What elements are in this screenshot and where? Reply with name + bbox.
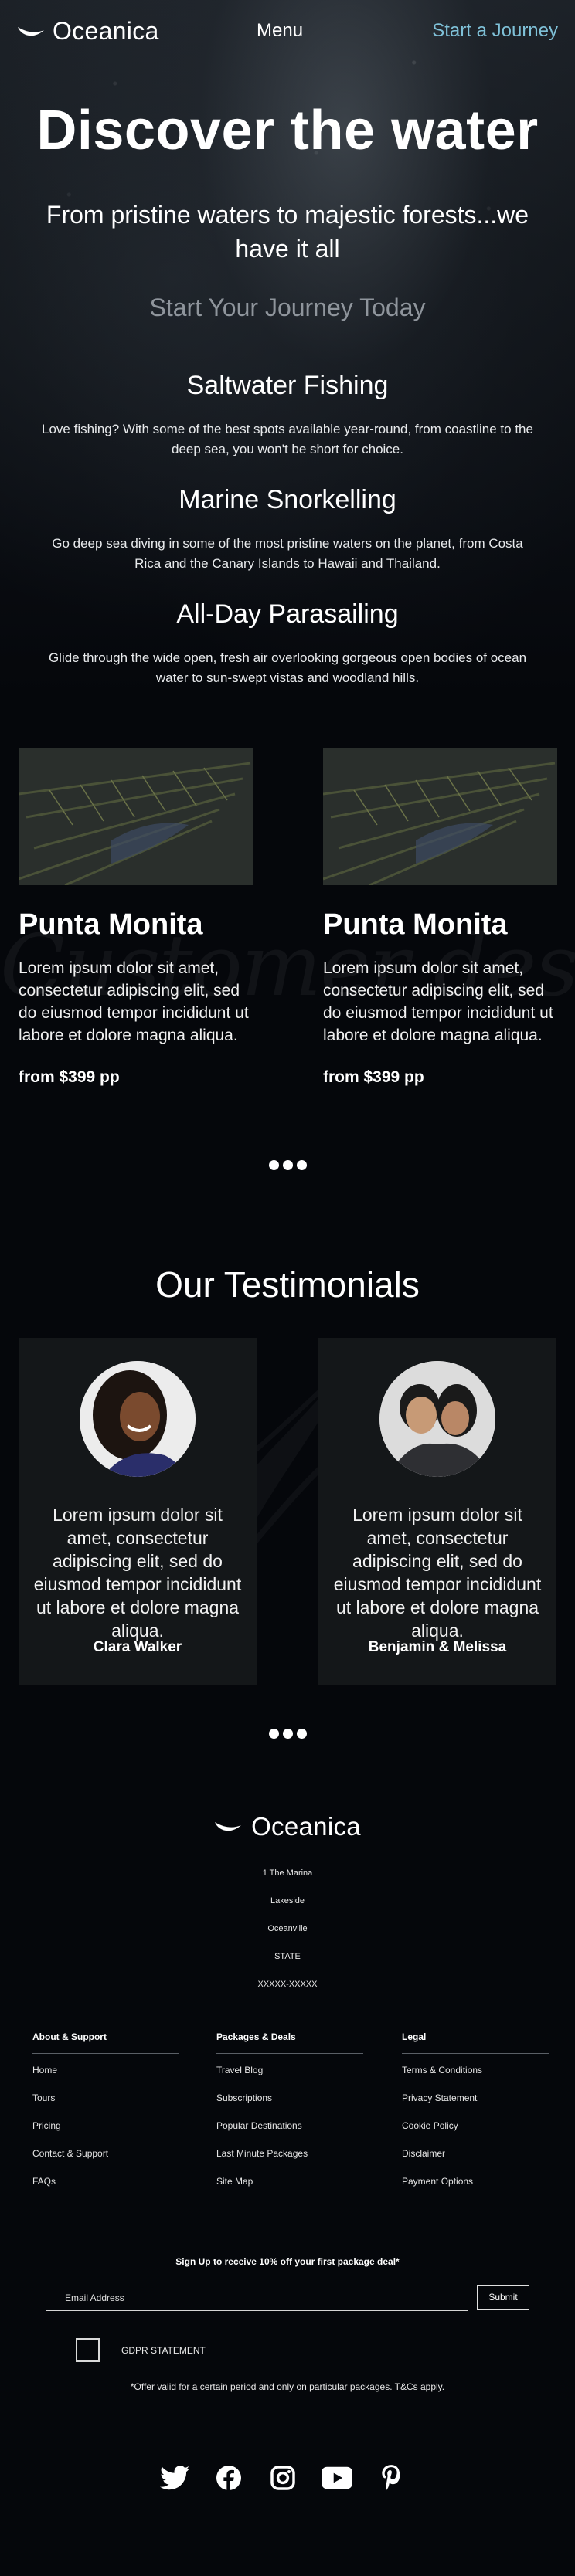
footer-link-disclaimer[interactable]: Disclaimer bbox=[402, 2148, 549, 2176]
footer-link-payment[interactable]: Payment Options bbox=[402, 2176, 549, 2204]
avatar bbox=[379, 1361, 495, 1477]
footer-link-popular-destinations[interactable]: Popular Destinations bbox=[216, 2120, 363, 2148]
social-links bbox=[159, 2462, 407, 2493]
destination-name: Punta Monita bbox=[323, 908, 508, 941]
gdpr-label: GDPR STATEMENT bbox=[121, 2345, 206, 2356]
footer-column-packages: Packages & Deals Travel Blog Subscriptio… bbox=[216, 2031, 363, 2204]
address-line: Oceanville bbox=[267, 1924, 308, 1933]
footer-link-faqs[interactable]: FAQs bbox=[32, 2176, 179, 2204]
address-line: 1 The Marina bbox=[262, 1868, 313, 1878]
footer-link-subscriptions[interactable]: Subscriptions bbox=[216, 2092, 363, 2120]
customer-photo bbox=[379, 1361, 495, 1477]
activity-text: Go deep sea diving in some of the most p… bbox=[52, 536, 523, 571]
destination-description: Lorem ipsum dolor sit amet, consectetur … bbox=[323, 959, 553, 1044]
testimonial-text: Lorem ipsum dolor sit amet, consectetur … bbox=[33, 1505, 242, 1641]
activity-title: All-Day Parasailing bbox=[176, 599, 399, 629]
pinterest-icon[interactable] bbox=[376, 2462, 407, 2493]
activity-text: Glide through the wide open, fresh air o… bbox=[48, 650, 527, 685]
palm-leaves-image bbox=[19, 748, 253, 885]
brand-name: Oceanica bbox=[53, 17, 159, 45]
footer-link-contact[interactable]: Contact & Support bbox=[32, 2148, 179, 2176]
destination-image bbox=[19, 748, 253, 885]
footer-link-terms[interactable]: Terms & Conditions bbox=[402, 2065, 549, 2092]
pagination-dot[interactable] bbox=[268, 1729, 279, 1739]
address-line: XXXXX-XXXXX bbox=[257, 1980, 318, 1989]
activity-fishing: Saltwater Fishing Love fishing? With som… bbox=[39, 371, 536, 460]
start-journey-cta[interactable]: Start Your Journey Today bbox=[0, 294, 575, 322]
footer-link-privacy[interactable]: Privacy Statement bbox=[402, 2092, 549, 2120]
pagination-dot[interactable] bbox=[268, 1160, 279, 1170]
signup-title: Sign Up to receive 10% off your first pa… bbox=[175, 2256, 400, 2267]
pagination-dot[interactable] bbox=[282, 1160, 293, 1170]
activity-title: Marine Snorkelling bbox=[179, 485, 396, 514]
twitter-icon[interactable] bbox=[159, 2462, 190, 2493]
footer-logo[interactable]: Oceanica bbox=[0, 1812, 575, 1841]
avatar bbox=[80, 1361, 196, 1477]
facebook-icon[interactable] bbox=[213, 2462, 244, 2493]
wave-logo-icon bbox=[18, 26, 44, 36]
footer-column-heading: Legal bbox=[402, 2031, 549, 2054]
destination-card[interactable]: Punta Monita Lorem ipsum dolor sit amet,… bbox=[323, 748, 557, 1087]
destinations-pagination[interactable] bbox=[0, 1160, 575, 1170]
destination-description: Lorem ipsum dolor sit amet, consectetur … bbox=[19, 959, 249, 1044]
palm-leaves-image bbox=[323, 748, 557, 885]
email-input[interactable] bbox=[46, 2285, 468, 2310]
footer-link-last-minute[interactable]: Last Minute Packages bbox=[216, 2148, 363, 2176]
activity-title: Saltwater Fishing bbox=[186, 371, 389, 400]
testimonials-title: Our Testimonials bbox=[155, 1264, 420, 1305]
footer-link-home[interactable]: Home bbox=[32, 2065, 179, 2092]
footer-link-site-map[interactable]: Site Map bbox=[216, 2176, 363, 2204]
destination-price: from $399 pp bbox=[19, 1068, 120, 1086]
pagination-dot[interactable] bbox=[282, 1729, 293, 1739]
activity-text: Love fishing? With some of the best spot… bbox=[42, 422, 533, 456]
wave-logo-icon bbox=[215, 1822, 242, 1831]
testimonial-author: Benjamin & Melissa bbox=[368, 1639, 507, 1655]
testimonial-author: Clara Walker bbox=[93, 1639, 182, 1655]
address-line: Lakeside bbox=[270, 1896, 305, 1906]
instagram-icon[interactable] bbox=[267, 2462, 298, 2493]
start-journey-link[interactable]: Start a Journey bbox=[432, 20, 558, 42]
footer-link-travel-blog[interactable]: Travel Blog bbox=[216, 2065, 363, 2092]
footer-column-heading: Packages & Deals bbox=[216, 2031, 363, 2054]
activity-parasailing: All-Day Parasailing Glide through the wi… bbox=[39, 599, 536, 688]
destination-name: Punta Monita bbox=[19, 908, 203, 941]
submit-button[interactable]: Submit bbox=[477, 2285, 529, 2310]
destination-image bbox=[323, 748, 557, 885]
youtube-icon[interactable] bbox=[322, 2462, 352, 2493]
footer-address: 1 The Marina Lakeside Oceanville STATE X… bbox=[0, 1868, 575, 2007]
top-nav: Oceanica Menu Start a Journey bbox=[0, 0, 575, 65]
footer-column-about: About & Support Home Tours Pricing Conta… bbox=[32, 2031, 179, 2204]
pagination-dot[interactable] bbox=[296, 1160, 307, 1170]
brand-logo[interactable]: Oceanica bbox=[17, 17, 159, 46]
destination-price: from $399 pp bbox=[323, 1068, 424, 1086]
activity-snorkelling: Marine Snorkelling Go deep sea diving in… bbox=[39, 485, 536, 574]
footer-link-tours[interactable]: Tours bbox=[32, 2092, 179, 2120]
testimonial-card: Lorem ipsum dolor sit amet, consectetur … bbox=[318, 1338, 556, 1685]
offer-disclaimer: *Offer valid for a certain period and on… bbox=[130, 2381, 445, 2392]
hero-title: Discover the water bbox=[36, 100, 539, 161]
footer-column-heading: About & Support bbox=[32, 2031, 179, 2054]
testimonial-card: Lorem ipsum dolor sit amet, consectetur … bbox=[19, 1338, 257, 1685]
address-line: STATE bbox=[274, 1952, 301, 1961]
page: Oceanica Menu Start a Journey Discover t… bbox=[0, 0, 575, 2576]
footer-brand-name: Oceanica bbox=[251, 1812, 361, 1841]
pagination-dot[interactable] bbox=[296, 1729, 307, 1739]
email-field-wrapper bbox=[46, 2285, 468, 2311]
footer-link-pricing[interactable]: Pricing bbox=[32, 2120, 179, 2148]
hero-subtitle: From pristine waters to majestic forests… bbox=[46, 201, 529, 263]
testimonial-text: Lorem ipsum dolor sit amet, consectetur … bbox=[333, 1505, 542, 1641]
customer-photo bbox=[80, 1361, 196, 1477]
destination-card[interactable]: Punta Monita Lorem ipsum dolor sit amet,… bbox=[19, 748, 253, 1087]
testimonials-pagination[interactable] bbox=[0, 1729, 575, 1739]
gdpr-checkbox[interactable] bbox=[76, 2338, 100, 2362]
footer-column-legal: Legal Terms & Conditions Privacy Stateme… bbox=[402, 2031, 549, 2204]
footer-link-cookies[interactable]: Cookie Policy bbox=[402, 2120, 549, 2148]
menu-button[interactable]: Menu bbox=[257, 20, 303, 42]
